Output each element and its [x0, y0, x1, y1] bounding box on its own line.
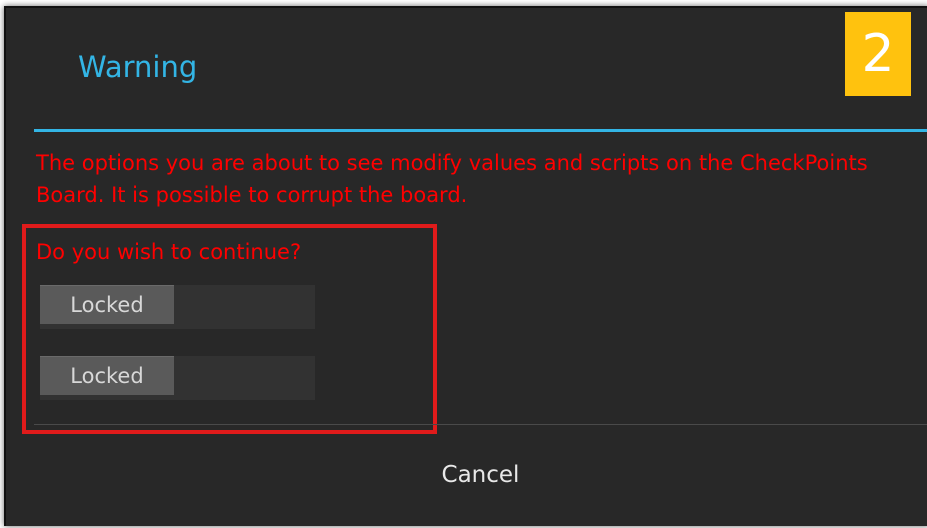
dialog-title: Warning: [78, 50, 198, 84]
screenshot-frame: Warning 2 The options you are about to s…: [0, 0, 927, 528]
title-divider: [34, 129, 927, 132]
step-number-badge: 2: [845, 12, 911, 96]
annotation-highlight-box: [22, 224, 437, 434]
cancel-button[interactable]: Cancel: [34, 425, 927, 524]
warning-message: The options you are about to see modify …: [36, 151, 868, 207]
